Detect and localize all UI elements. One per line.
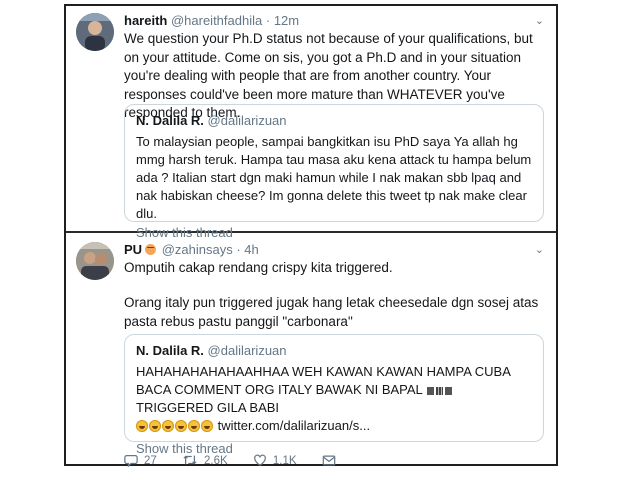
message-icon xyxy=(322,455,336,466)
like-count: 1.1K xyxy=(272,455,297,467)
reply-count: 27 xyxy=(144,455,157,467)
retweet-button[interactable]: 2.6K xyxy=(182,453,228,467)
user-handle[interactable]: @zahinsays xyxy=(162,242,233,257)
avatar[interactable] xyxy=(76,242,114,280)
quoted-display-name: N. Dalila R. xyxy=(136,343,204,358)
quoted-user-handle: @dalilarizuan xyxy=(207,113,287,128)
retweet-icon xyxy=(183,455,197,465)
quoted-tweet-header: N. Dalila R. @dalilarizuan xyxy=(136,343,532,359)
quoted-display-name: N. Dalila R. xyxy=(136,113,204,128)
laughing-emoji-icon xyxy=(136,420,148,432)
flag-glyph-icon xyxy=(444,387,452,395)
quoted-tweet-text: HAHAHAHAHAHAAHHAA WEH KAWAN KAWAN HAMPA … xyxy=(136,363,532,437)
tweet-hareith[interactable]: hareith @hareithfadhila · 12m ⌄ We quest… xyxy=(66,6,556,240)
like-button[interactable]: 1.1K xyxy=(253,453,297,467)
tweet-time[interactable]: 12m xyxy=(274,13,299,28)
laughing-emoji-icon xyxy=(201,420,213,432)
quoted-tweet[interactable]: N. Dalila R. @dalilarizuan To malaysian … xyxy=(124,104,544,240)
reply-button[interactable]: 27 xyxy=(124,453,157,468)
display-name[interactable]: PU xyxy=(124,242,142,257)
quoted-link[interactable]: twitter.com/dalilarizuan/s... xyxy=(218,418,370,433)
quoted-user-handle: @dalilarizuan xyxy=(207,343,287,358)
direct-message-button[interactable] xyxy=(322,454,342,467)
chevron-down-icon[interactable]: ⌄ xyxy=(535,243,544,256)
laughing-emoji-icon xyxy=(162,420,174,432)
quoted-tweet[interactable]: N. Dalila R. @dalilarizuan HAHAHAHAHAHAA… xyxy=(124,334,544,456)
tweet-text-paragraph: Orang italy pun triggered jugak hang let… xyxy=(124,295,539,329)
tweet-header: PU @zahinsays · 4h xyxy=(124,242,259,258)
flag-glyph-icon xyxy=(435,387,443,395)
user-handle[interactable]: @hareithfadhila xyxy=(171,13,262,28)
heart-icon xyxy=(254,454,266,466)
flag-glyph-icon xyxy=(426,387,434,395)
tweet-time[interactable]: 4h xyxy=(244,242,258,257)
quoted-text-part: HAHAHAHAHAHAAHHAA WEH KAWAN KAWAN HAMPA … xyxy=(136,364,511,397)
quoted-text-part: TRIGGERED GILA BABI xyxy=(136,400,280,415)
separator-dot: · xyxy=(265,13,271,28)
tweet-actions: 27 2.6K 1.1K xyxy=(124,453,364,468)
reply-icon xyxy=(124,455,138,468)
tweet-pu[interactable]: PU @zahinsays · 4h ⌄ Omputih cakap renda… xyxy=(66,233,556,468)
tweet-text-line: Omputih cakap rendang crispy kita trigge… xyxy=(124,260,393,275)
separator-dot: · xyxy=(236,242,241,257)
display-name[interactable]: hareith xyxy=(124,13,167,28)
laughing-emoji-icon xyxy=(149,420,161,432)
quoted-tweet-header: N. Dalila R. @dalilarizuan xyxy=(136,113,532,129)
avatar[interactable] xyxy=(76,13,114,51)
laughing-emoji-icon xyxy=(188,420,200,432)
tweet-header: hareith @hareithfadhila · 12m xyxy=(124,13,299,29)
tweet-screenshot: hareith @hareithfadhila · 12m ⌄ We quest… xyxy=(64,4,558,468)
quoted-tweet-text: To malaysian people, sampai bangkitkan i… xyxy=(136,134,532,221)
laughing-emoji-icon xyxy=(175,420,187,432)
chevron-down-icon[interactable]: ⌄ xyxy=(535,14,544,27)
emoji-icon xyxy=(145,244,157,255)
retweet-count: 2.6K xyxy=(204,455,228,467)
laughing-emoji-row xyxy=(136,419,214,437)
